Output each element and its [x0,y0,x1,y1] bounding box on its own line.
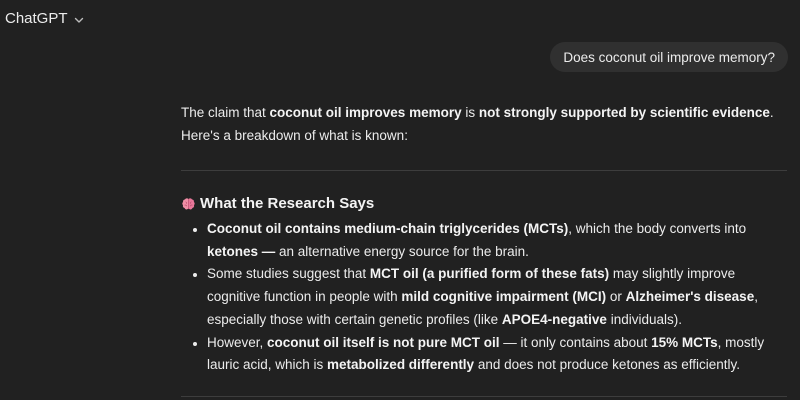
chevron-down-icon [74,17,83,23]
text-run: However, [207,334,268,350]
text-run: Some studies suggest that [207,266,370,282]
answer-intro: The claim that coconut oil improves memo… [181,101,787,147]
bold-text: coconut oil itself is not pure MCT oil [267,334,500,350]
text-run: The claim that [181,105,270,120]
user-message-text: Does coconut oil improve memory? [563,49,775,65]
assistant-answer: The claim that coconut oil improves memo… [181,101,787,147]
bold-text: Coconut oil contains medium-chain trigly… [207,221,569,236]
bold-text: not strongly supported by scientific evi… [478,105,770,120]
text-run: an alternative energy source for the bra… [275,243,529,259]
section-heading-text: What the Research Says [200,195,375,212]
bold-text: Alzheimer's disease [625,289,755,305]
model-selector[interactable]: ChatGPT [5,10,85,27]
bold-text: mild cognitive impairment (MCI) [401,289,607,305]
bold-text: 15% MCTs [651,334,718,350]
bold-text: metabolized differently [327,357,475,373]
chat-page: ChatGPT Does coconut oil improve memory?… [0,0,800,400]
research-section: What the Research Says Coconut oil conta… [181,193,787,377]
bullet-item: Coconut oil contains medium-chain trigly… [181,218,787,263]
text-run: and does not produce ketones as efficien… [474,357,741,373]
text-run: individuals). [606,311,682,327]
brain-icon [181,197,196,212]
bullet-item: However, coconut oil itself is not pure … [181,332,787,377]
user-message-bubble: Does coconut oil improve memory? [550,42,788,72]
bold-text: MCT oil (a purified form of these fats) [369,266,610,282]
divider [181,170,787,171]
section-heading: What the Research Says [181,193,787,215]
bullet-item: Some studies suggest that MCT oil (a pur… [181,263,787,331]
bold-text: coconut oil improves memory [269,105,462,120]
model-name: ChatGPT [5,10,68,27]
text-run: or [606,289,626,305]
bold-text: APOE4-negative [501,311,607,327]
text-run: is [461,105,479,120]
bullet-list: Coconut oil contains medium-chain trigly… [181,218,787,377]
text-run: — it only contains about [499,334,652,350]
text-run: , which the body converts into [568,221,747,236]
bold-text: ketones — [207,243,276,259]
divider [181,396,787,397]
